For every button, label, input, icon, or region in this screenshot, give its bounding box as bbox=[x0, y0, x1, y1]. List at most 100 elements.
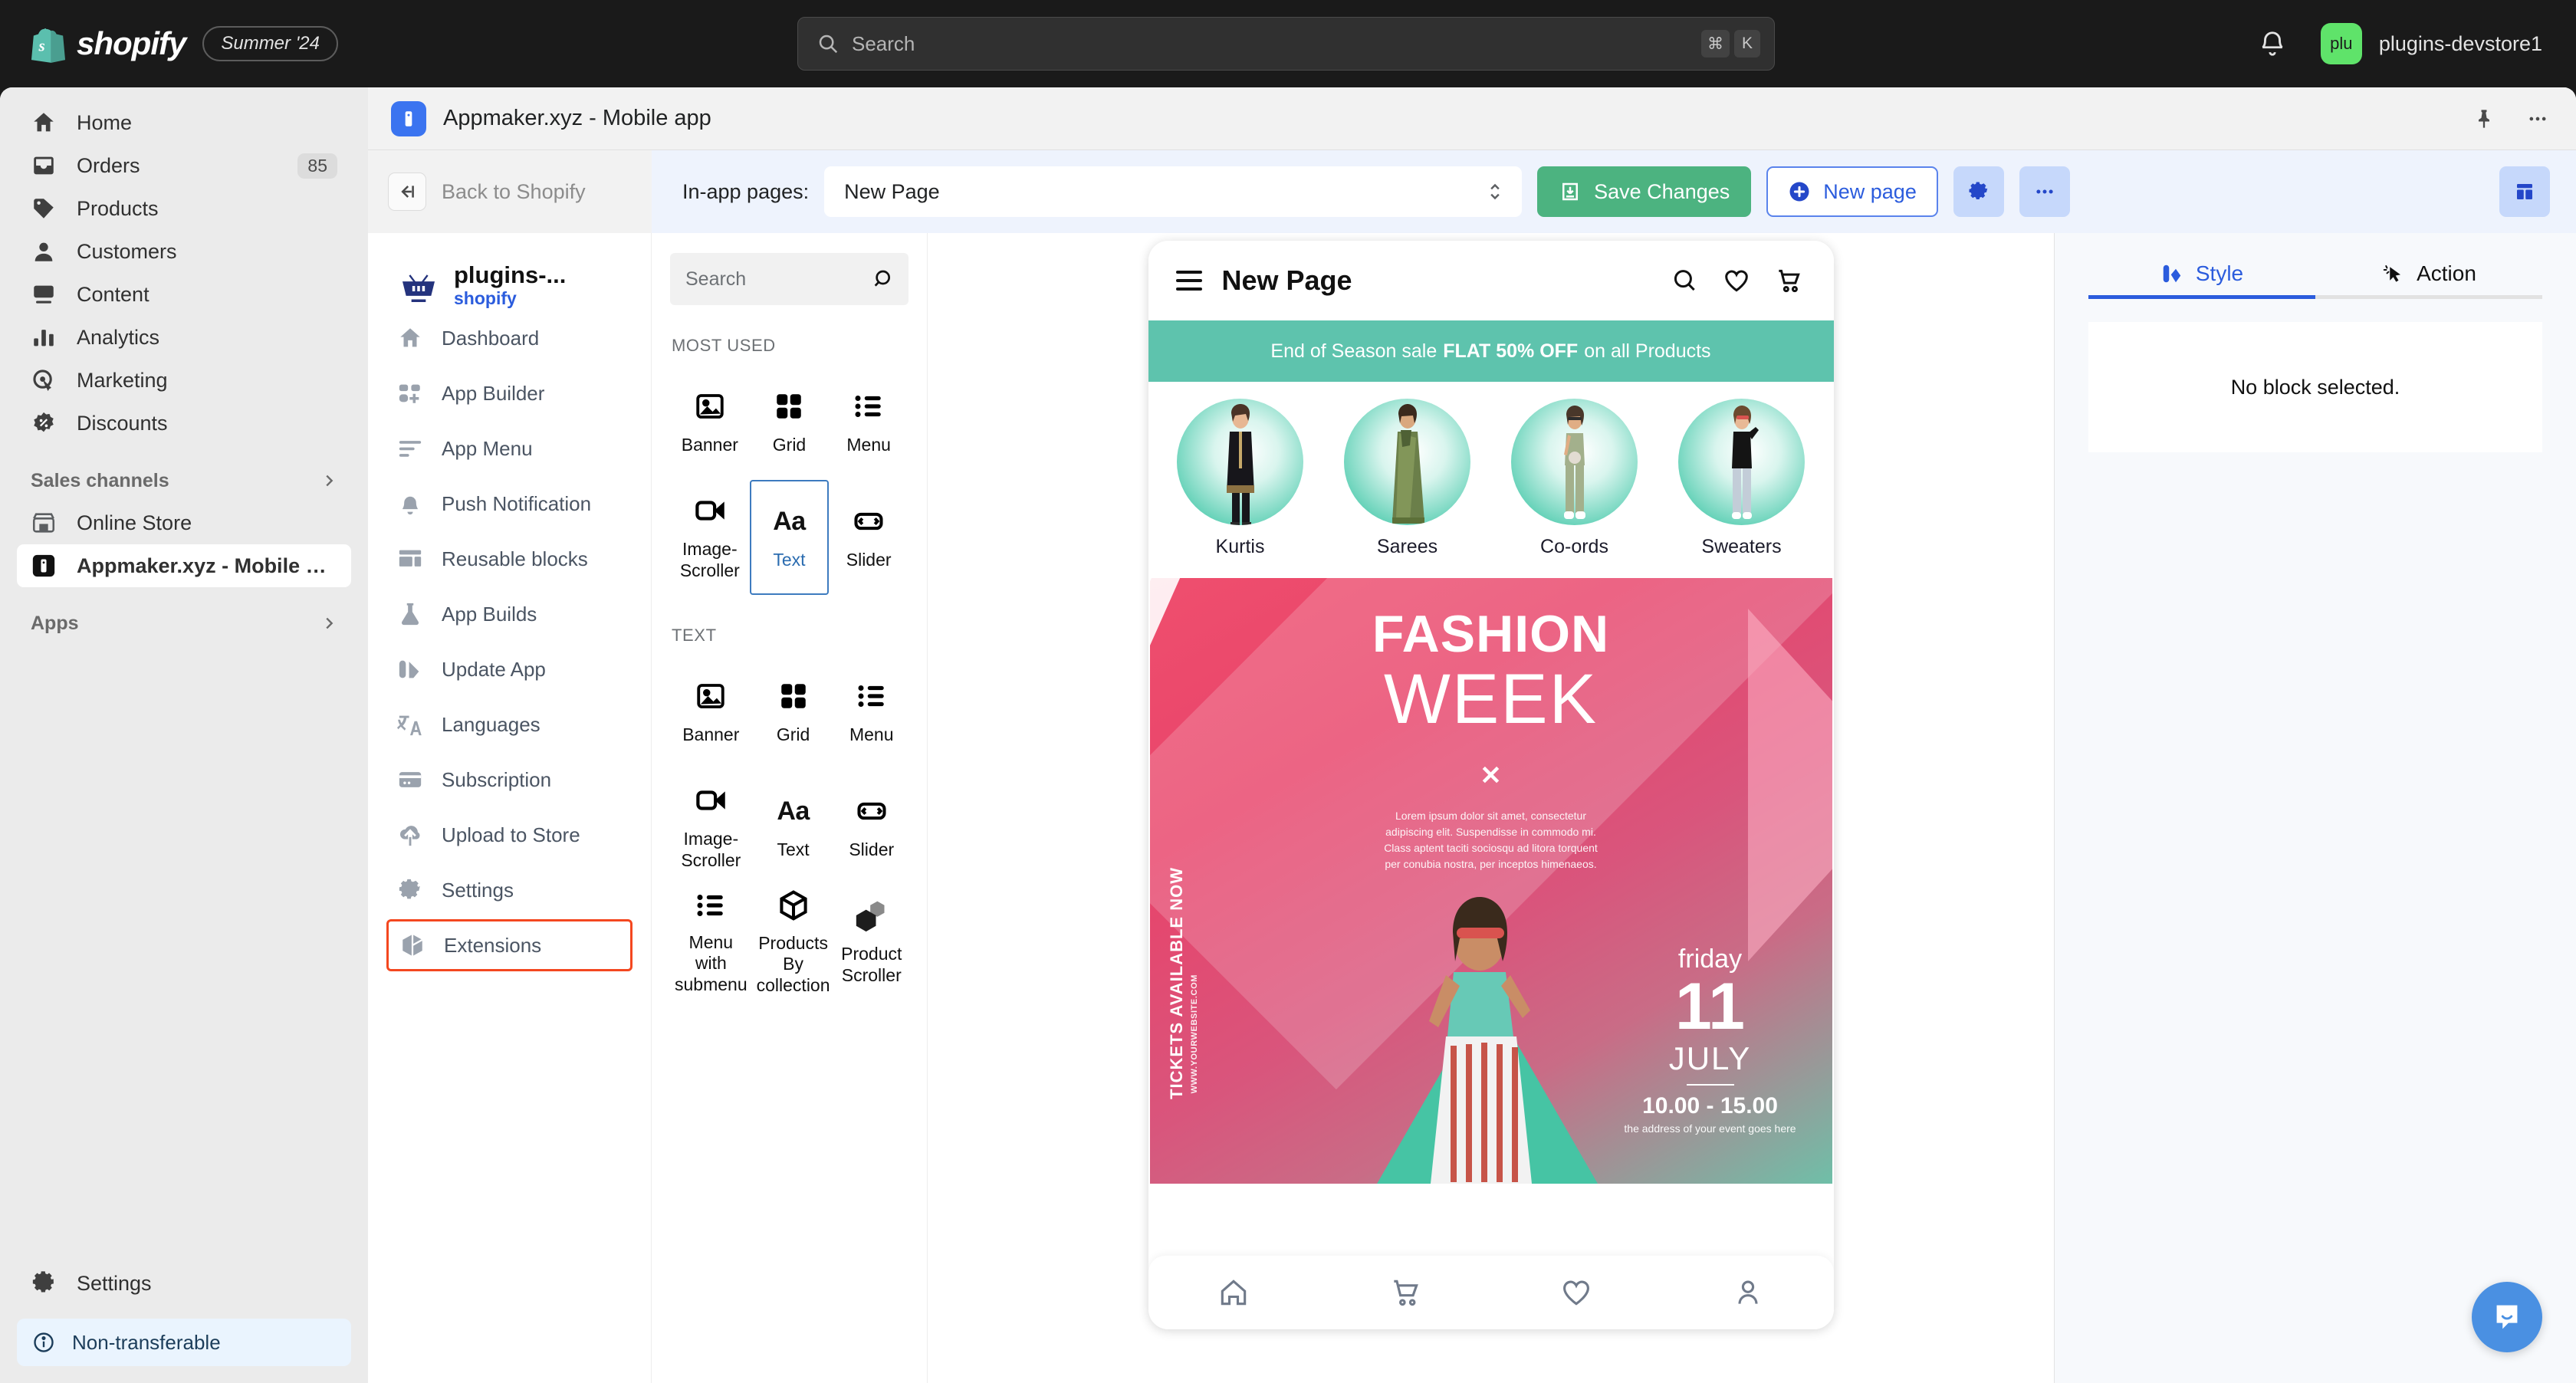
fashion-week-poster[interactable]: FASHION WEEK ✕ Lorem ipsum dolor sit ame… bbox=[1149, 578, 1832, 1184]
palette-block-label: Text bbox=[773, 550, 806, 570]
store-icon bbox=[31, 510, 57, 536]
palette-block-banner[interactable]: Banner bbox=[670, 655, 752, 770]
category-item[interactable]: Sweaters bbox=[1661, 399, 1823, 558]
sidebar-item-appmaker-mobile-app[interactable]: Appmaker.xyz - Mobile app bbox=[17, 544, 351, 587]
sidebar-item-settings[interactable]: Settings bbox=[17, 1262, 351, 1305]
page-select[interactable]: New Page bbox=[824, 166, 1523, 217]
tab-style[interactable]: Style bbox=[2088, 251, 2315, 299]
pin-icon[interactable] bbox=[2466, 100, 2502, 137]
palette-grid-text: Banner Grid Menu Image-Scroller Aa Text … bbox=[670, 655, 909, 1000]
shopify-bag-icon: s bbox=[31, 28, 66, 63]
palette-block-text[interactable]: Aa Text bbox=[752, 770, 835, 885]
poster-title-line2: WEEK bbox=[1384, 660, 1598, 738]
builder-item-label: App Menu bbox=[442, 436, 533, 460]
bottomnav-home[interactable] bbox=[1148, 1276, 1320, 1309]
palette-block-banner[interactable]: Banner bbox=[670, 365, 750, 480]
toggle-panel-button[interactable] bbox=[2499, 166, 2550, 217]
palette-block-slider[interactable]: Slider bbox=[829, 480, 909, 595]
sidebar-item-products[interactable]: Products bbox=[17, 187, 351, 230]
palette-block-image-scroller[interactable]: Image-Scroller bbox=[670, 770, 752, 885]
builder-more-button[interactable] bbox=[2019, 166, 2070, 217]
search-icon bbox=[819, 34, 838, 54]
builder-item-subscription[interactable]: Subscription bbox=[386, 754, 632, 806]
search-icon bbox=[874, 270, 890, 287]
search-icon[interactable] bbox=[1670, 266, 1699, 295]
save-changes-button[interactable]: Save Changes bbox=[1537, 166, 1752, 217]
builder-item-label: Subscription bbox=[442, 767, 552, 791]
sidebar-item-discounts[interactable]: Discounts bbox=[17, 402, 351, 445]
builder-item-extensions[interactable]: Extensions bbox=[386, 919, 632, 972]
palette-block-grid[interactable]: Grid bbox=[752, 655, 835, 770]
sidebar-item-home[interactable]: Home bbox=[17, 101, 351, 144]
builder-item-app-builds[interactable]: App Builds bbox=[386, 588, 632, 640]
palette-block-grid[interactable]: Grid bbox=[750, 365, 830, 480]
global-search-input[interactable]: Search ⌘ K bbox=[797, 17, 1775, 71]
palette-block-products-by-collection[interactable]: Products By collection bbox=[752, 885, 835, 1000]
palette-block-image-scroller[interactable]: Image-Scroller bbox=[670, 480, 750, 595]
palette-search-placeholder: Search bbox=[685, 268, 747, 290]
bottomnav-cart[interactable] bbox=[1319, 1276, 1491, 1309]
palette-block-product-scroller[interactable]: Product Scroller bbox=[835, 885, 909, 1000]
builder-item-reusable-blocks[interactable]: Reusable blocks bbox=[386, 533, 632, 585]
back-to-shopify-label[interactable]: Back to Shopify bbox=[442, 180, 586, 204]
builder-toolbar: Back to Shopify In-app pages: New Page S… bbox=[368, 150, 2576, 233]
category-item[interactable]: Sarees bbox=[1326, 399, 1489, 558]
palette-block-slider[interactable]: Slider bbox=[835, 770, 909, 885]
bottomnav-wishlist[interactable] bbox=[1491, 1276, 1663, 1309]
apps-label: Apps bbox=[31, 612, 79, 634]
sidebar-item-online-store[interactable]: Online Store bbox=[17, 501, 351, 544]
bottomnav-account[interactable] bbox=[1662, 1276, 1834, 1309]
builder-store-header[interactable]: plugins-... shopify bbox=[386, 256, 632, 309]
back-to-shopify-button[interactable] bbox=[388, 172, 426, 211]
sidebar-item-orders[interactable]: Orders 85 bbox=[17, 144, 351, 187]
category-item[interactable]: Co-ords bbox=[1493, 399, 1656, 558]
store-switcher[interactable]: plu plugins-devstore1 bbox=[2313, 18, 2550, 69]
category-item[interactable]: Kurtis bbox=[1159, 399, 1322, 558]
palette-search-input[interactable]: Search bbox=[670, 253, 909, 305]
builder-item-upload-to-store[interactable]: Upload to Store bbox=[386, 809, 632, 861]
palette-block-menu[interactable]: Menu bbox=[829, 365, 909, 480]
builder-settings-button[interactable] bbox=[1953, 166, 2004, 217]
builder-item-push-notification[interactable]: Push Notification bbox=[386, 478, 632, 530]
style-icon bbox=[2163, 264, 2181, 282]
phone-frame: New Page End of Season sale FLAT 50% OFF… bbox=[1148, 241, 1834, 1329]
poster-tickets-label: TICKETS AVAILABLE NOW bbox=[1166, 867, 1186, 1099]
builder-item-languages[interactable]: Languages bbox=[386, 698, 632, 751]
palette-block-menu-with-submenu[interactable]: Menu with submenu bbox=[670, 885, 752, 1000]
builder-item-app-builder[interactable]: App Builder bbox=[386, 367, 632, 419]
store-name-label: plugins-devstore1 bbox=[2378, 31, 2542, 55]
ellipsis-icon[interactable] bbox=[2519, 100, 2556, 137]
sidebar-item-marketing[interactable]: Marketing bbox=[17, 359, 351, 402]
slider-icon bbox=[852, 504, 886, 539]
sidebar-item-analytics[interactable]: Analytics bbox=[17, 316, 351, 359]
image-icon bbox=[694, 389, 726, 424]
category-image bbox=[1678, 399, 1805, 525]
help-chat-button[interactable] bbox=[2472, 1282, 2542, 1352]
heart-icon[interactable] bbox=[1722, 266, 1751, 295]
palette-block-text[interactable]: Aa Text bbox=[749, 480, 830, 595]
poster-day: 11 bbox=[1675, 969, 1745, 1043]
status-badge-non-transferable[interactable]: Non-transferable bbox=[17, 1319, 351, 1366]
announcement-strong: FLAT 50% OFF bbox=[1443, 340, 1579, 362]
sidebar-section-apps[interactable]: Apps bbox=[17, 603, 351, 644]
builder-item-dashboard[interactable]: Dashboard bbox=[386, 312, 632, 364]
shopify-logo[interactable]: s shopify bbox=[31, 25, 186, 63]
tab-action[interactable]: Action bbox=[2315, 251, 2542, 299]
chevron-updown-icon bbox=[1490, 183, 1500, 200]
update-icon bbox=[397, 656, 423, 682]
sidebar-section-sales-channels[interactable]: Sales channels bbox=[17, 460, 351, 501]
text-aa-icon: Aa bbox=[773, 506, 806, 536]
hamburger-menu-icon[interactable] bbox=[1175, 271, 1202, 291]
sidebar-item-content[interactable]: Content bbox=[17, 273, 351, 316]
notifications-bell-icon[interactable] bbox=[2258, 29, 2287, 58]
cart-icon[interactable] bbox=[1774, 266, 1803, 295]
palette-block-menu[interactable]: Menu bbox=[835, 655, 909, 770]
builder-item-app-menu[interactable]: App Menu bbox=[386, 422, 632, 475]
phone-header-icons bbox=[1670, 266, 1803, 295]
home-icon bbox=[31, 110, 57, 136]
builder-item-update-app[interactable]: Update App bbox=[386, 643, 632, 695]
basket-icon bbox=[402, 274, 435, 302]
sidebar-item-customers[interactable]: Customers bbox=[17, 230, 351, 273]
new-page-button[interactable]: New page bbox=[1766, 166, 1938, 217]
builder-item-settings[interactable]: Settings bbox=[386, 864, 632, 916]
